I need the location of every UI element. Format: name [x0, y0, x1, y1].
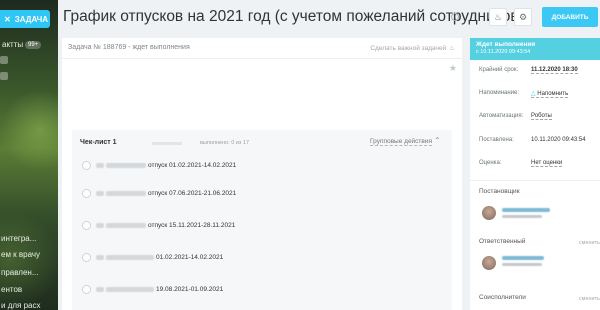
chevron-up-icon[interactable]: ⌃	[434, 136, 441, 145]
checklist-item[interactable]: 19.08.2021-01.09.2021	[82, 280, 223, 298]
automation-label: Автоматизация:	[479, 113, 524, 119]
reminder-value: Напомнить	[537, 91, 569, 97]
checkbox[interactable]	[82, 188, 91, 198]
checklist-progress: выполнено: 0 из 17	[200, 140, 250, 146]
blurred-text	[106, 222, 146, 228]
checkbox[interactable]	[82, 160, 91, 170]
avatar[interactable]	[482, 206, 496, 220]
checklist-item[interactable]: отпуск 07.06.2021-21.06.2021	[82, 184, 236, 202]
blurred-text	[106, 190, 146, 196]
checklist-item-text: отпуск 01.02.2021-14.02.2021	[148, 161, 237, 169]
sidebar-item[interactable]: интегра...	[1, 234, 36, 243]
blurred-text	[96, 254, 104, 260]
task-card: Задача № 188769 - ждет выполнения Сделат…	[62, 38, 462, 310]
sidebar-item[interactable]: ем к врачу	[1, 250, 40, 259]
created-value: 10.11.2020 09:43:54	[531, 137, 586, 143]
change-responsible-link[interactable]: сменить	[579, 240, 600, 246]
avatar[interactable]	[482, 256, 496, 270]
responsible-heading: Ответственный	[479, 238, 526, 245]
checklist-item-text: 19.08.2021-01.09.2021	[156, 285, 224, 293]
fire-icon: ♨	[493, 11, 503, 22]
sidebar-item[interactable]: правлен...	[1, 268, 39, 277]
flame-icon: ♨	[449, 45, 455, 52]
coexecutors-heading: Соисполнители	[479, 294, 526, 301]
checklist-item-text: отпуск 15.11.2021-28.11.2021	[148, 221, 236, 229]
deadline-label: Крайний срок:	[479, 67, 519, 73]
checklist-progress-bar	[152, 142, 182, 145]
creator-heading: Постановщик	[479, 188, 520, 195]
sidebar-item[interactable]: и для расх	[1, 301, 40, 310]
bell-icon: △	[531, 91, 536, 97]
blurred-text	[96, 190, 104, 196]
checklist-title: Чек-лист 1	[80, 139, 117, 146]
blurred-text	[106, 162, 146, 168]
settings-button[interactable]: ⚙	[514, 8, 532, 26]
checkbox[interactable]	[82, 284, 91, 294]
checklist-item-text: отпуск 07.06.2021-21.06.2021	[148, 189, 237, 197]
make-important-link[interactable]: Сделать важной задачей ♨	[370, 44, 455, 53]
rating-label: Оценка:	[479, 160, 502, 166]
blurred-text	[96, 286, 104, 292]
sidebar-mini-counter	[0, 56, 8, 64]
reminder-link[interactable]: △ Напомнить	[531, 90, 569, 98]
add-button[interactable]: ДОБАВИТЬ	[542, 7, 598, 27]
sidebar-item[interactable]: ентов	[1, 285, 22, 294]
sidebar-mini-counter	[0, 72, 8, 80]
blurred-text	[106, 254, 154, 260]
checkbox[interactable]	[82, 220, 91, 230]
sidebar-counter-badge: 99+	[25, 41, 42, 49]
blurred-text	[96, 222, 104, 228]
star-icon[interactable]: ★	[449, 63, 457, 74]
divider	[62, 58, 462, 59]
person-position	[502, 215, 542, 218]
person-name[interactable]	[502, 256, 544, 260]
task-button[interactable]: ✕ ЗАДАЧА	[0, 10, 50, 28]
close-icon[interactable]: ✕	[4, 15, 11, 24]
blurred-text	[106, 286, 154, 292]
gear-icon: ⚙	[518, 11, 528, 22]
rating-link[interactable]: Нет оценки	[531, 160, 563, 167]
checklist-item[interactable]: 01.02.2021-14.02.2021	[82, 248, 223, 266]
status-text: Ждет выполнения	[476, 41, 536, 48]
person-name[interactable]	[502, 208, 550, 212]
change-coexecutors-link[interactable]: сменить	[579, 296, 600, 302]
checklist-item-text: 01.02.2021-14.02.2021	[156, 253, 224, 261]
sidebar-item[interactable]: актты	[2, 40, 23, 49]
deadline-value[interactable]: 11.12.2020 18:30	[531, 67, 578, 74]
task-button-label: ЗАДАЧА	[14, 14, 49, 24]
fire-icon-button[interactable]: ♨	[489, 8, 507, 26]
task-heading: Задача № 188769 - ждет выполнения	[68, 44, 190, 51]
blurred-text	[96, 162, 104, 168]
checklist-item[interactable]: отпуск 01.02.2021-14.02.2021	[82, 156, 236, 174]
status-since: с 10.11.2020 09:43:54	[476, 49, 531, 55]
created-label: Поставлена:	[479, 137, 514, 143]
group-actions-link[interactable]: Групповые действия	[370, 138, 433, 146]
checkbox[interactable]	[82, 252, 91, 262]
person-position	[502, 263, 542, 266]
checklist-item[interactable]: отпуск 15.11.2021-28.11.2021	[82, 216, 235, 234]
make-important-label: Сделать важной задачей	[370, 44, 447, 52]
automation-link[interactable]: Роботы	[531, 113, 552, 120]
divider	[470, 180, 600, 181]
status-banner: Ждет выполнения с 10.11.2020 09:43:54	[470, 38, 600, 60]
checklist: Чек-лист 1 выполнено: 0 из 17 Групповые …	[72, 130, 452, 310]
task-info-panel: Ждет выполнения с 10.11.2020 09:43:54 Кр…	[470, 38, 600, 310]
left-sidebar: ✕ ЗАДАЧА актты 99+ интегра... ем к врачу…	[0, 0, 58, 310]
reminder-label: Напоминание:	[479, 90, 520, 96]
